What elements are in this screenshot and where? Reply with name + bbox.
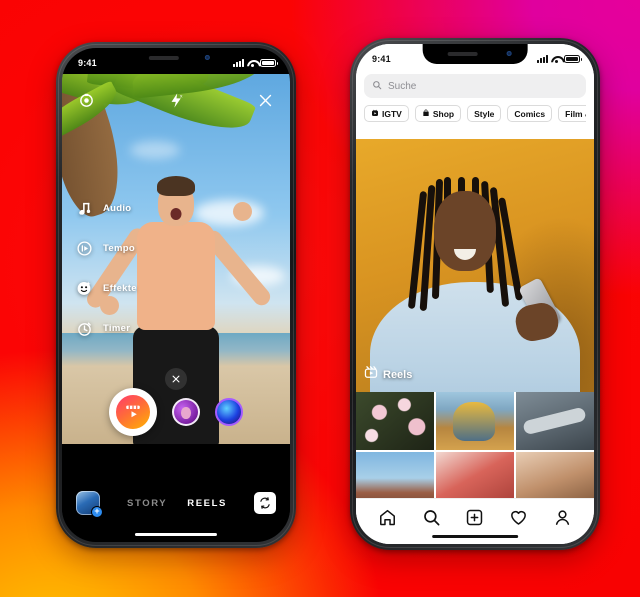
home-indicator-right bbox=[432, 534, 518, 538]
close-icon[interactable] bbox=[257, 92, 274, 109]
featured-reel[interactable]: Reels bbox=[356, 139, 594, 392]
mode-reels[interactable]: REELS bbox=[187, 498, 227, 509]
chip-label: Film & Fern bbox=[565, 108, 586, 119]
battery-icon bbox=[260, 59, 278, 67]
igtv-icon bbox=[371, 109, 379, 119]
person-mouth bbox=[170, 208, 182, 220]
mode-story[interactable]: STORY bbox=[127, 498, 167, 509]
chip-label: Style bbox=[474, 108, 495, 119]
chip-comics[interactable]: Comics bbox=[507, 105, 553, 122]
status-indicators bbox=[537, 55, 582, 63]
status-time: 9:41 bbox=[372, 54, 391, 64]
camera-mode-bar: + STORY REELS bbox=[62, 480, 290, 526]
chip-label: Shop bbox=[432, 108, 455, 119]
person-hand-right bbox=[233, 202, 252, 221]
speaker-grille bbox=[148, 56, 179, 60]
side-menu-label: Effekte bbox=[103, 282, 137, 294]
notch-left bbox=[125, 48, 227, 68]
phone-left-screen: 9:41 x Audio Tempo Effekte Timer + STORY… bbox=[62, 48, 290, 542]
mode-switcher: STORY REELS bbox=[127, 498, 227, 509]
flash-off-icon[interactable]: x bbox=[168, 92, 185, 109]
person-hair bbox=[157, 176, 195, 196]
chip-label: IGTV bbox=[382, 108, 402, 119]
side-menu-label: Timer bbox=[103, 322, 131, 334]
person-shirt bbox=[137, 222, 215, 330]
reels-clapper-icon bbox=[114, 393, 152, 431]
battery-icon bbox=[564, 55, 582, 63]
wifi-icon bbox=[247, 59, 257, 67]
tab-activity[interactable] bbox=[504, 505, 534, 531]
camera-side-menu: Audio Tempo Effekte Timer bbox=[74, 198, 137, 338]
record-button[interactable] bbox=[109, 388, 157, 436]
wifi-icon bbox=[551, 55, 561, 63]
side-menu-item-tempo[interactable]: Tempo bbox=[74, 238, 137, 258]
notch-right bbox=[422, 44, 528, 64]
camera-top-controls: x bbox=[62, 82, 290, 118]
search-placeholder: Suche bbox=[388, 80, 417, 92]
effect-bubble-blue[interactable] bbox=[215, 398, 243, 426]
grid-cell-skateboard[interactable] bbox=[515, 392, 594, 451]
timer-icon bbox=[74, 318, 94, 338]
speaker-grille bbox=[447, 52, 478, 56]
explore-grid bbox=[356, 392, 594, 510]
chip-film-fernsehen[interactable]: Film & Fern bbox=[558, 105, 586, 122]
explore-header: Suche IGTV Shop Style Comics Film bbox=[356, 70, 594, 128]
status-time: 9:41 bbox=[78, 58, 97, 68]
front-camera-dot bbox=[205, 55, 211, 60]
grid-cell-kids-tree[interactable] bbox=[435, 392, 515, 451]
side-menu-label: Tempo bbox=[103, 242, 135, 254]
search-icon bbox=[372, 77, 382, 95]
status-indicators bbox=[233, 59, 278, 67]
tab-search[interactable] bbox=[416, 505, 446, 531]
grid-cell-blossoms[interactable] bbox=[356, 392, 435, 451]
category-chips: IGTV Shop Style Comics Film & Fern bbox=[364, 105, 586, 122]
effect-bubble-purple[interactable] bbox=[172, 398, 200, 426]
shop-bag-icon bbox=[422, 109, 430, 119]
tab-profile[interactable] bbox=[547, 505, 577, 531]
svg-text:x: x bbox=[180, 94, 183, 99]
tab-home[interactable] bbox=[373, 505, 403, 531]
music-note-icon bbox=[74, 198, 94, 218]
side-menu-label: Audio bbox=[103, 202, 132, 214]
home-indicator-left bbox=[134, 532, 218, 536]
cellular-bars-icon bbox=[537, 55, 548, 63]
tab-create[interactable] bbox=[460, 505, 490, 531]
settings-icon[interactable] bbox=[78, 92, 95, 109]
cellular-bars-icon bbox=[233, 59, 244, 67]
speed-play-icon bbox=[74, 238, 94, 258]
side-menu-item-effekte[interactable]: Effekte bbox=[74, 278, 137, 298]
front-camera-dot bbox=[506, 51, 512, 56]
reels-clapper-icon bbox=[364, 365, 378, 384]
phone-right: 9:41 Suche IGTV Shop Style Comics Film R… bbox=[350, 38, 600, 550]
chip-igtv[interactable]: IGTV bbox=[364, 105, 409, 122]
reels-badge-label: Reels bbox=[383, 368, 413, 381]
chip-style[interactable]: Style bbox=[467, 105, 502, 122]
reels-badge: Reels bbox=[364, 365, 412, 384]
chip-label: Comics bbox=[514, 108, 546, 119]
gallery-thumbnail-icon[interactable]: + bbox=[76, 491, 103, 518]
search-input[interactable]: Suche bbox=[364, 74, 586, 98]
smiley-face-icon bbox=[74, 278, 94, 298]
chip-shop[interactable]: Shop bbox=[414, 105, 462, 122]
side-menu-item-timer[interactable]: Timer bbox=[74, 318, 137, 338]
phone-left: 9:41 x Audio Tempo Effekte Timer + STORY… bbox=[56, 42, 296, 548]
capture-controls bbox=[62, 385, 290, 439]
phone-right-screen: 9:41 Suche IGTV Shop Style Comics Film R… bbox=[356, 44, 594, 544]
side-menu-item-audio[interactable]: Audio bbox=[74, 198, 137, 218]
gallery-add-badge: + bbox=[91, 506, 103, 518]
flip-camera-icon[interactable] bbox=[253, 492, 276, 514]
